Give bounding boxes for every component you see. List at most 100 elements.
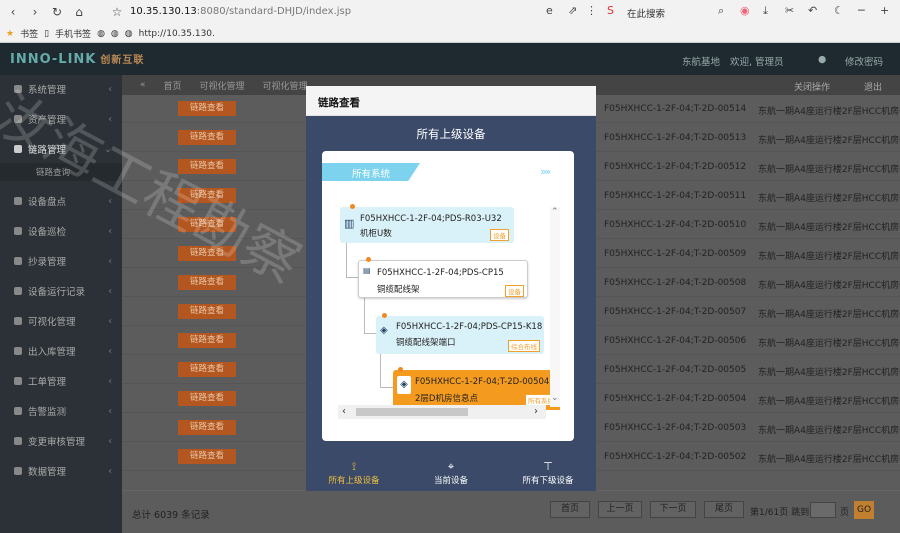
page-jump-input[interactable]: [810, 502, 836, 518]
modal-heading: 所有上级设备: [416, 127, 486, 141]
link-view-button[interactable]: 链路查看: [178, 246, 236, 261]
sidebar-item-visual[interactable]: 可视化管理 ‹: [0, 307, 122, 335]
bookmarks-label[interactable]: 书签: [20, 27, 38, 40]
back-icon[interactable]: ‹: [4, 3, 22, 21]
sidebar-item-label: 出入库管理: [28, 347, 76, 358]
next-page-button[interactable]: 下一页: [650, 501, 696, 518]
exit-button[interactable]: 退出: [864, 80, 882, 93]
scroll-up-icon[interactable]: ⌃: [551, 207, 559, 217]
home-icon[interactable]: ⌂: [70, 3, 88, 21]
url-field[interactable]: 10.35.130.13:8080/standard-DHJD/index.js…: [130, 6, 351, 17]
sidebar-item-inventory[interactable]: 设备盘点 ‹: [0, 187, 122, 215]
chevron-icon: ‹: [108, 285, 112, 297]
sidebar-item-warehouse[interactable]: 出入库管理 ‹: [0, 337, 122, 365]
node-info-point[interactable]: ◈ F05HXHCC-1-2F-04;T-2D-00504 2层D机房信息点 所…: [393, 370, 560, 410]
bookmark-bar: ★ 书签 ▯ 手机书签 ◍ ◍ ◍ http://10.35.130.: [0, 24, 900, 43]
chevron-down-icon: ⌄: [104, 143, 112, 155]
sidebar-item-workorder[interactable]: 工单管理 ‹: [0, 367, 122, 395]
bookmark-url[interactable]: http://10.35.130.: [139, 29, 215, 39]
base-link[interactable]: 东航基地: [682, 54, 720, 68]
undo-icon[interactable]: ↶: [808, 4, 817, 17]
link-view-button[interactable]: 链路查看: [178, 188, 236, 203]
globe-icon[interactable]: ◍: [111, 29, 119, 39]
chevron-icon: ‹: [108, 435, 112, 447]
all-upper-devices-button[interactable]: ⟟ 所有上级设备: [306, 460, 402, 486]
sidebar-item-links[interactable]: 链路管理 ⌄: [0, 135, 122, 163]
search-icon[interactable]: ⌕: [718, 4, 724, 18]
tab-home[interactable]: 首页: [164, 79, 182, 92]
game-icon[interactable]: ◉: [740, 4, 750, 17]
device-location: 东航一期A4座运行楼2F层HCC机房04: [758, 426, 900, 436]
sidebar: 系统管理 ‹ 资产管理 ‹ 链路管理 ⌄ 链路查询 设备盘点 ‹ 设备巡检 ‹ 抄录管理 ‹…: [0, 75, 122, 533]
node-code: F05HXHCC-1-2F-04;T-2D-00504: [415, 377, 550, 387]
tab-visual-1[interactable]: 可视化管理: [200, 79, 245, 92]
share-icon[interactable]: ⇗: [568, 4, 577, 17]
tab-visual-2[interactable]: 可视化管理: [263, 79, 308, 92]
sidebar-item-label: 变更审核管理: [28, 437, 86, 448]
sidebar-item-run-records[interactable]: 设备运行记录 ‹: [0, 277, 122, 305]
sidebar-item-data[interactable]: 数据管理 ‹: [0, 457, 122, 485]
device-code: F05HXHCC-1-2F-04;T-2D-00509: [604, 249, 747, 259]
close-operations-button[interactable]: 关闭操作: [794, 80, 830, 93]
sidebar-item-patrol[interactable]: 设备巡检 ‹: [0, 217, 122, 245]
cut-icon[interactable]: ✂: [785, 4, 794, 17]
ie-icon[interactable]: e: [546, 4, 553, 17]
link-view-button[interactable]: 链路查看: [178, 275, 236, 290]
footer-label: 当前设备: [433, 476, 468, 486]
connector-line: [380, 350, 381, 388]
link-view-button[interactable]: 链路查看: [178, 217, 236, 232]
link-view-button[interactable]: 链路查看: [178, 420, 236, 435]
last-page-button[interactable]: 尾页: [704, 501, 744, 518]
link-view-button[interactable]: 链路查看: [178, 304, 236, 319]
node-patch-panel[interactable]: ▤ F05HXHCC-1-2F-04;PDS-CP15 铜缆配线架 设备: [358, 260, 528, 298]
prev-page-button[interactable]: 上一页: [598, 501, 642, 518]
sidebar-item-label: 可视化管理: [28, 317, 76, 328]
device-location: 东航一期A4座运行楼2F层HCC机房04: [758, 223, 900, 233]
mobile-bookmarks[interactable]: 手机书签: [55, 27, 91, 40]
sidebar-item-records[interactable]: 抄录管理 ‹: [0, 247, 122, 275]
scroll-left-icon[interactable]: ‹: [342, 405, 346, 419]
link-view-button[interactable]: 链路查看: [178, 391, 236, 406]
logo: INNO-LINK 创新互联: [10, 51, 144, 67]
sidebar-item-assets[interactable]: 资产管理 ‹: [0, 105, 122, 133]
menu-icon[interactable]: ⋮: [586, 4, 597, 17]
minimize-icon[interactable]: ─: [858, 4, 865, 17]
search-engine-icon[interactable]: S: [607, 4, 614, 17]
first-page-button[interactable]: 首页: [550, 501, 590, 518]
node-tag: 综合布线: [508, 340, 540, 352]
node-cabinet-u[interactable]: ▥ F05HXHCC-1-2F-04;PDS-R03-U32 机柜U数 设备: [340, 207, 514, 243]
node-patch-port[interactable]: ◈ F05HXHCC-1-2F-04;PDS-CP15-K18 铜缆配线架端口 …: [376, 316, 544, 354]
change-password-link[interactable]: 修改密码: [845, 54, 883, 68]
go-button[interactable]: GO: [854, 501, 874, 519]
download-icon[interactable]: ⤓: [763, 4, 768, 18]
scroll-thumb[interactable]: [356, 408, 468, 416]
sidebar-sub-link-query[interactable]: 链路查询: [0, 163, 122, 181]
forward-icon[interactable]: ›: [26, 3, 44, 21]
vertical-scrollbar[interactable]: ⌃ ⌄: [550, 207, 560, 407]
scroll-down-icon[interactable]: ⌄: [551, 393, 559, 403]
link-view-button[interactable]: 链路查看: [178, 449, 236, 464]
double-chevron-icon[interactable]: »»: [540, 165, 552, 178]
link-view-button[interactable]: 链路查看: [178, 101, 236, 116]
link-view-button[interactable]: 链路查看: [178, 130, 236, 145]
all-lower-devices-button[interactable]: ⊤ 所有下级设备: [500, 460, 596, 486]
reload-icon[interactable]: ↻: [48, 3, 66, 21]
tab-prev-icon[interactable]: «: [140, 80, 146, 90]
device-code: F05HXHCC-1-2F-04;T-2D-00506: [604, 336, 747, 346]
sidebar-item-change[interactable]: 变更审核管理 ‹: [0, 427, 122, 455]
sidebar-item-label: 设备盘点: [28, 197, 67, 208]
link-view-button[interactable]: 链路查看: [178, 362, 236, 377]
current-device-button[interactable]: ⌖ 当前设备: [403, 460, 499, 486]
link-view-button[interactable]: 链路查看: [178, 159, 236, 174]
horizontal-scrollbar[interactable]: ‹ ›: [338, 405, 546, 419]
system-ribbon[interactable]: 所有系统: [322, 163, 420, 181]
sidebar-item-alarm[interactable]: 告警监测 ‹: [0, 397, 122, 425]
scroll-right-icon[interactable]: ›: [534, 405, 538, 419]
new-tab-icon[interactable]: +: [880, 4, 889, 17]
sidebar-item-system[interactable]: 系统管理 ‹: [0, 75, 122, 103]
night-icon[interactable]: ☾: [834, 4, 844, 17]
search-input[interactable]: 在此搜索: [627, 6, 665, 20]
star-icon[interactable]: ☆: [108, 3, 126, 21]
link-view-button[interactable]: 链路查看: [178, 333, 236, 348]
globe-icon[interactable]: ◍: [97, 29, 105, 39]
